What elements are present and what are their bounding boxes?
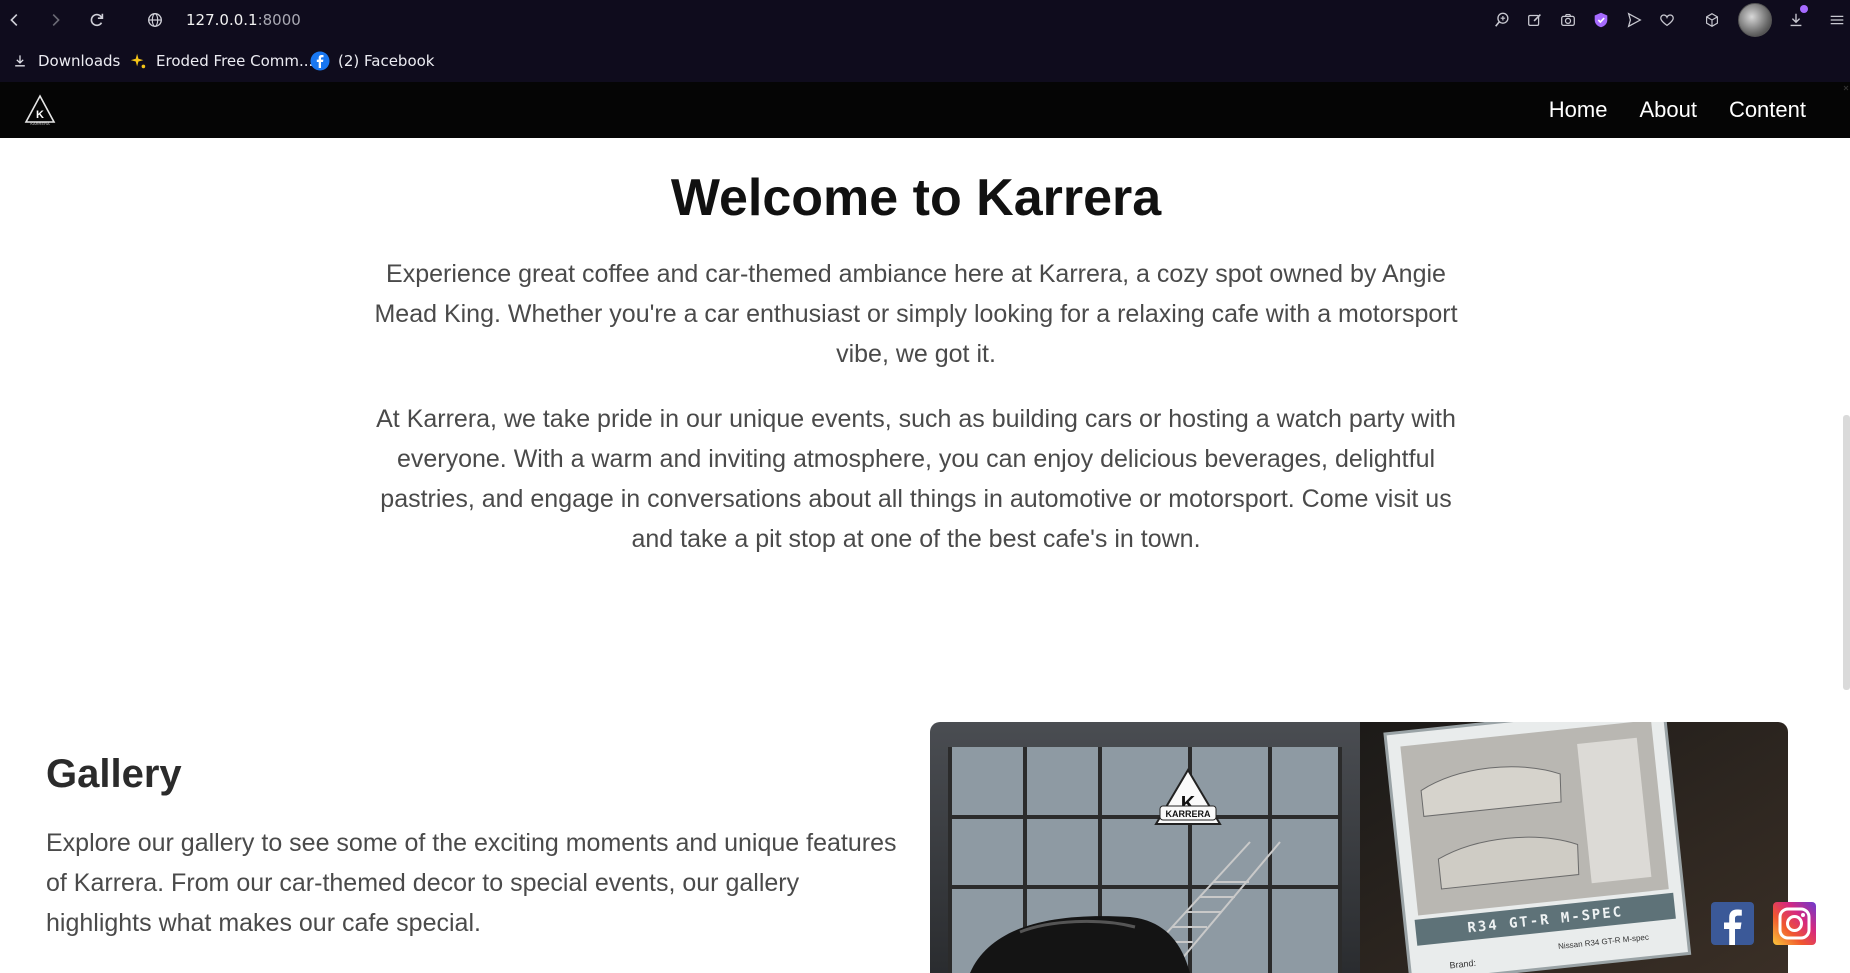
bookmark-eroded[interactable]: Eroded Free Comm... [128, 50, 313, 72]
gallery-image[interactable]: K KARRERA R34 GT-R M-SPEC Brand: Nissan … [930, 722, 1788, 973]
screenshot-button[interactable] [1557, 9, 1579, 31]
scrollbar-thumb[interactable] [1843, 415, 1850, 690]
gallery-title: Gallery [46, 752, 182, 796]
bookmarks-bar: Downloads Eroded Free Comm... (2) Facebo… [0, 44, 1850, 78]
arrow-right-icon [52, 14, 60, 26]
download-icon [10, 51, 30, 71]
camera-icon [1561, 14, 1575, 27]
edit-button[interactable] [1524, 9, 1546, 31]
svg-text:K: K [36, 109, 44, 121]
scrollbar-arrow[interactable] [1843, 82, 1850, 102]
menu-icon [1830, 15, 1844, 25]
edit-icon [1528, 14, 1541, 27]
site-navbar: K KARRERA Home About Content [0, 82, 1850, 138]
globe-icon [148, 13, 162, 27]
download-icon [1790, 13, 1802, 27]
nav-content-link[interactable]: Content [1729, 97, 1806, 123]
logo-wordmark: KARRERA [30, 121, 50, 126]
nav-about-link[interactable]: About [1639, 97, 1697, 123]
karrera-logo[interactable]: K KARRERA [24, 94, 56, 126]
facebook-icon [310, 51, 330, 71]
nav-links: Home About Content [1549, 82, 1806, 138]
zoom-icon [1495, 12, 1509, 27]
hero-title: Welcome to Karrera [670, 169, 1162, 227]
menu-button[interactable] [1826, 9, 1848, 31]
bookmark-facebook[interactable]: (2) Facebook [310, 50, 435, 72]
back-button[interactable] [4, 9, 26, 31]
bookmark-label: Downloads [38, 52, 121, 70]
cube-icon [1706, 13, 1718, 27]
profile-avatar[interactable] [1738, 3, 1772, 37]
send-button[interactable] [1623, 9, 1645, 31]
bookmark-downloads[interactable]: Downloads [10, 50, 120, 72]
site-info-button[interactable] [144, 9, 166, 31]
facebook-icon [1724, 909, 1742, 945]
url-field[interactable]: 127.0.0.1:8000 [186, 11, 301, 29]
heart-icon [1660, 14, 1674, 27]
url-host: 127.0.0.1 [186, 11, 258, 29]
favorites-button[interactable] [1656, 9, 1678, 31]
browser-chrome: 127.0.0.1:8000 Downloads Eroded Free Com… [0, 0, 1850, 82]
notification-dot [1800, 5, 1808, 13]
reload-button[interactable] [86, 9, 108, 31]
address-bar-row: 127.0.0.1:8000 [0, 0, 1850, 40]
nav-home-link[interactable]: Home [1549, 97, 1608, 123]
hero-paragraph-1: Experience great coffee and car-themed a… [374, 260, 1458, 368]
sparkle-icon [128, 51, 148, 71]
gallery-description: Explore our gallery to see some of the e… [46, 829, 897, 937]
hero-paragraph-2: At Karrera, we take pride in our unique … [376, 405, 1456, 553]
send-icon [1627, 12, 1642, 28]
instagram-social-link[interactable] [1773, 902, 1816, 945]
zoom-button[interactable] [1491, 9, 1513, 31]
bookmark-label: (2) Facebook [338, 52, 435, 70]
vpn-button[interactable] [1590, 9, 1612, 31]
sign-wordmark: KARRERA [1166, 809, 1212, 819]
extensions-button[interactable] [1701, 9, 1723, 31]
forward-button[interactable] [44, 9, 66, 31]
facebook-social-link[interactable] [1711, 902, 1754, 945]
instagram-icon [1778, 907, 1811, 940]
shield-icon [1594, 12, 1608, 28]
reload-icon [90, 13, 104, 27]
bookmark-label: Eroded Free Comm... [156, 52, 314, 70]
url-port: :8000 [257, 11, 301, 29]
arrow-left-icon [10, 14, 18, 26]
